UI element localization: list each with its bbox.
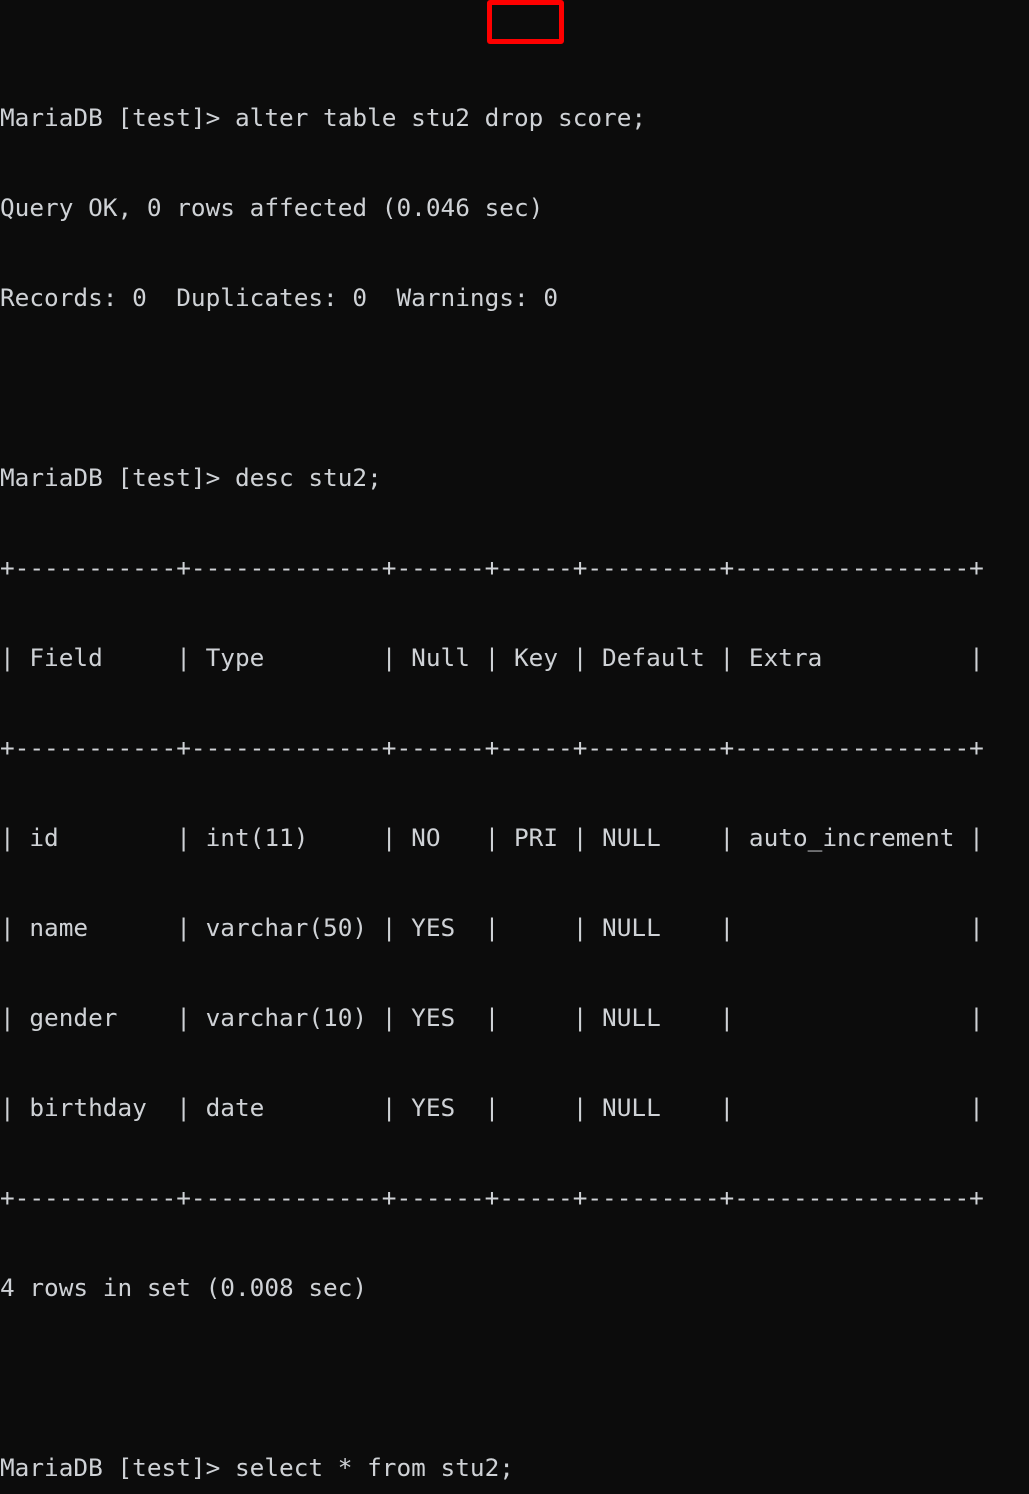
terminal-line-command-desc: MariaDB [test]> desc stu2; xyxy=(0,463,382,492)
desc-table-footer: 4 rows in set (0.008 sec) xyxy=(0,1273,368,1302)
desc-table-border-mid: +-----------+-------------+------+-----+… xyxy=(0,733,984,762)
desc-table-row: | name | varchar(50) | YES | | NULL | | xyxy=(0,913,984,942)
desc-table-row: | gender | varchar(10) | YES | | NULL | … xyxy=(0,1003,984,1032)
terminal-line-blank-1 xyxy=(0,373,1029,403)
terminal-line-records-summary: Records: 0 Duplicates: 0 Warnings: 0 xyxy=(0,283,559,312)
terminal-output-area[interactable]: MariaDB [test]> alter table stu2 drop sc… xyxy=(0,13,1029,1494)
desc-table-border-bottom: +-----------+-------------+------+-----+… xyxy=(0,1183,984,1212)
terminal-line-command-select: MariaDB [test]> select * from stu2; xyxy=(0,1453,514,1482)
terminal-line-command-alter: MariaDB [test]> alter table stu2 drop sc… xyxy=(0,103,647,132)
desc-table-header-row: | Field | Type | Null | Key | Default | … xyxy=(0,643,984,672)
desc-table-row: | id | int(11) | NO | PRI | NULL | auto_… xyxy=(0,823,984,852)
terminal-line-blank-2 xyxy=(0,1363,1029,1393)
terminal-line-query-ok: Query OK, 0 rows affected (0.046 sec) xyxy=(0,193,544,222)
desc-table-border-top: +-----------+-------------+------+-----+… xyxy=(0,553,984,582)
desc-table-row: | birthday | date | YES | | NULL | | xyxy=(0,1093,984,1122)
terminal-window[interactable]: MariaDB [test]> alter table stu2 drop sc… xyxy=(0,0,1029,1482)
